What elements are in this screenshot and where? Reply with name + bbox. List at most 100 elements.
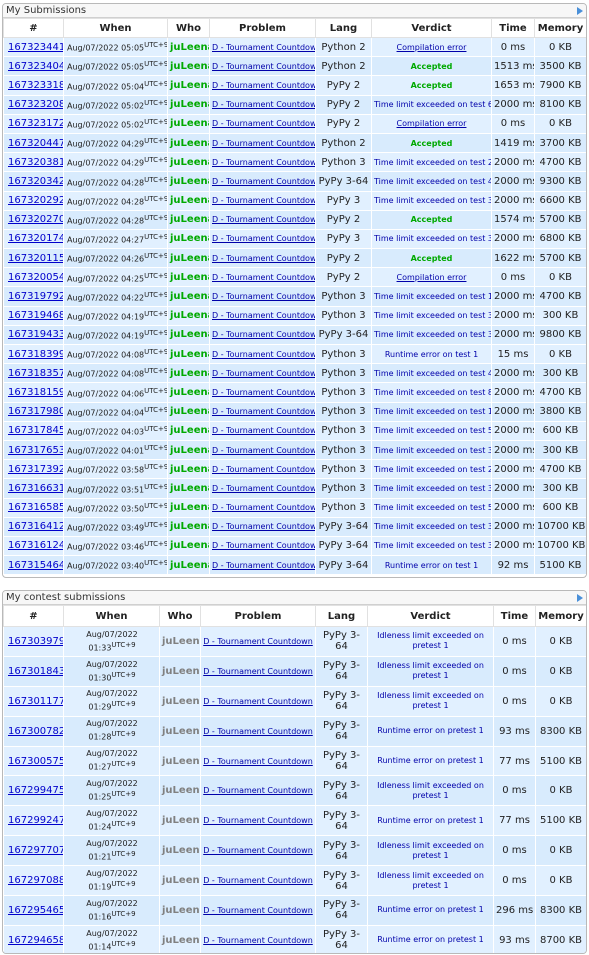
user-link[interactable]: juLeena: [162, 666, 200, 677]
problem-link[interactable]: D - Tournament Countdown: [212, 541, 315, 550]
submission-id-link[interactable]: 167318399: [8, 349, 63, 360]
submission-id-link[interactable]: 167300782: [8, 726, 63, 737]
submission-id-link[interactable]: 167320054: [8, 272, 63, 283]
problem-link[interactable]: D - Tournament Countdown: [212, 311, 315, 320]
problem-link[interactable]: D - Tournament Countdown: [212, 43, 315, 52]
user-link[interactable]: juLeena: [170, 118, 209, 129]
submission-id-link[interactable]: 167318159: [8, 387, 63, 398]
problem-link[interactable]: D - Tournament Countdown: [203, 906, 313, 915]
submission-id-link[interactable]: 167323172: [8, 118, 63, 129]
problem-link[interactable]: D - Tournament Countdown: [212, 369, 315, 378]
submission-id-link[interactable]: 167323208: [8, 99, 63, 110]
submission-id-link[interactable]: 167303979: [8, 636, 63, 647]
user-link[interactable]: juLeena: [170, 368, 209, 379]
user-link[interactable]: juLeena: [170, 80, 209, 91]
problem-link[interactable]: D - Tournament Countdown: [212, 100, 315, 109]
submission-id-link[interactable]: 167323441: [8, 42, 63, 53]
problem-link[interactable]: D - Tournament Countdown: [203, 757, 313, 766]
problem-link[interactable]: D - Tournament Countdown: [212, 446, 315, 455]
problem-link[interactable]: D - Tournament Countdown: [212, 215, 315, 224]
problem-link[interactable]: D - Tournament Countdown: [203, 697, 313, 706]
problem-link[interactable]: D - Tournament Countdown: [212, 196, 315, 205]
user-link[interactable]: juLeena: [170, 521, 209, 532]
problem-link[interactable]: D - Tournament Countdown: [212, 465, 315, 474]
user-link[interactable]: juLeena: [170, 502, 209, 513]
problem-link[interactable]: D - Tournament Countdown: [203, 876, 313, 885]
problem-link[interactable]: D - Tournament Countdown: [212, 158, 315, 167]
submission-id-link[interactable]: 167300575: [8, 756, 63, 767]
submission-id-link[interactable]: 167316124: [8, 540, 63, 551]
problem-link[interactable]: D - Tournament Countdown: [212, 234, 315, 243]
user-link[interactable]: juLeena: [170, 61, 209, 72]
submission-id-link[interactable]: 167323404: [8, 61, 63, 72]
user-link[interactable]: juLeena: [170, 214, 209, 225]
submission-id-link[interactable]: 167299475: [8, 785, 63, 796]
problem-link[interactable]: D - Tournament Countdown: [212, 330, 315, 339]
problem-link[interactable]: D - Tournament Countdown: [212, 292, 315, 301]
user-link[interactable]: juLeena: [170, 176, 209, 187]
submission-id-link[interactable]: 167319433: [8, 329, 63, 340]
submission-id-link[interactable]: 167320342: [8, 176, 63, 187]
problem-link[interactable]: D - Tournament Countdown: [203, 786, 313, 795]
submission-id-link[interactable]: 167319468: [8, 310, 63, 321]
user-link[interactable]: juLeena: [170, 445, 209, 456]
user-link[interactable]: juLeena: [162, 636, 200, 647]
submission-id-link[interactable]: 167320447: [8, 138, 63, 149]
user-link[interactable]: juLeena: [170, 42, 209, 53]
problem-link[interactable]: D - Tournament Countdown: [203, 667, 313, 676]
problem-link[interactable]: D - Tournament Countdown: [203, 727, 313, 736]
user-link[interactable]: juLeena: [170, 483, 209, 494]
user-link[interactable]: juLeena: [170, 387, 209, 398]
user-link[interactable]: juLeena: [162, 875, 200, 886]
submission-id-link[interactable]: 167297088: [8, 875, 63, 886]
user-link[interactable]: juLeena: [170, 195, 209, 206]
user-link[interactable]: juLeena: [170, 406, 209, 417]
submission-id-link[interactable]: 167317392: [8, 464, 63, 475]
submission-id-link[interactable]: 167316585: [8, 502, 63, 513]
user-link[interactable]: juLeena: [170, 233, 209, 244]
submission-id-link[interactable]: 167316412: [8, 521, 63, 532]
submission-id-link[interactable]: 167315464: [8, 560, 63, 571]
submission-id-link[interactable]: 167320270: [8, 214, 63, 225]
submission-id-link[interactable]: 167319792: [8, 291, 63, 302]
submission-id-link[interactable]: 167301843: [8, 666, 63, 677]
problem-link[interactable]: D - Tournament Countdown: [212, 139, 315, 148]
expand-arrow-icon[interactable]: [577, 594, 583, 602]
problem-link[interactable]: D - Tournament Countdown: [212, 522, 315, 531]
user-link[interactable]: juLeena: [170, 99, 209, 110]
user-link[interactable]: juLeena: [170, 349, 209, 360]
user-link[interactable]: juLeena: [162, 756, 200, 767]
user-link[interactable]: juLeena: [162, 935, 200, 946]
user-link[interactable]: juLeena: [162, 905, 200, 916]
problem-link[interactable]: D - Tournament Countdown: [212, 426, 315, 435]
submission-id-link[interactable]: 167323318: [8, 80, 63, 91]
problem-link[interactable]: D - Tournament Countdown: [212, 254, 315, 263]
problem-link[interactable]: D - Tournament Countdown: [212, 273, 315, 282]
verdict-link[interactable]: Compilation error: [397, 119, 467, 128]
user-link[interactable]: juLeena: [162, 696, 200, 707]
problem-link[interactable]: D - Tournament Countdown: [212, 177, 315, 186]
submission-id-link[interactable]: 167320381: [8, 157, 63, 168]
user-link[interactable]: juLeena: [170, 291, 209, 302]
problem-link[interactable]: D - Tournament Countdown: [212, 81, 315, 90]
submission-id-link[interactable]: 167318357: [8, 368, 63, 379]
submission-id-link[interactable]: 167316631: [8, 483, 63, 494]
user-link[interactable]: juLeena: [170, 329, 209, 340]
user-link[interactable]: juLeena: [170, 560, 209, 571]
submission-id-link[interactable]: 167320292: [8, 195, 63, 206]
user-link[interactable]: juLeena: [162, 726, 200, 737]
problem-link[interactable]: D - Tournament Countdown: [203, 637, 313, 646]
submission-id-link[interactable]: 167320174: [8, 233, 63, 244]
problem-link[interactable]: D - Tournament Countdown: [212, 388, 315, 397]
submission-id-link[interactable]: 167317653: [8, 445, 63, 456]
problem-link[interactable]: D - Tournament Countdown: [212, 407, 315, 416]
problem-link[interactable]: D - Tournament Countdown: [212, 119, 315, 128]
user-link[interactable]: juLeena: [170, 138, 209, 149]
problem-link[interactable]: D - Tournament Countdown: [212, 484, 315, 493]
user-link[interactable]: juLeena: [170, 272, 209, 283]
verdict-link[interactable]: Compilation error: [397, 43, 467, 52]
problem-link[interactable]: D - Tournament Countdown: [203, 816, 313, 825]
user-link[interactable]: juLeena: [162, 785, 200, 796]
user-link[interactable]: juLeena: [170, 540, 209, 551]
problem-link[interactable]: D - Tournament Countdown: [203, 846, 313, 855]
